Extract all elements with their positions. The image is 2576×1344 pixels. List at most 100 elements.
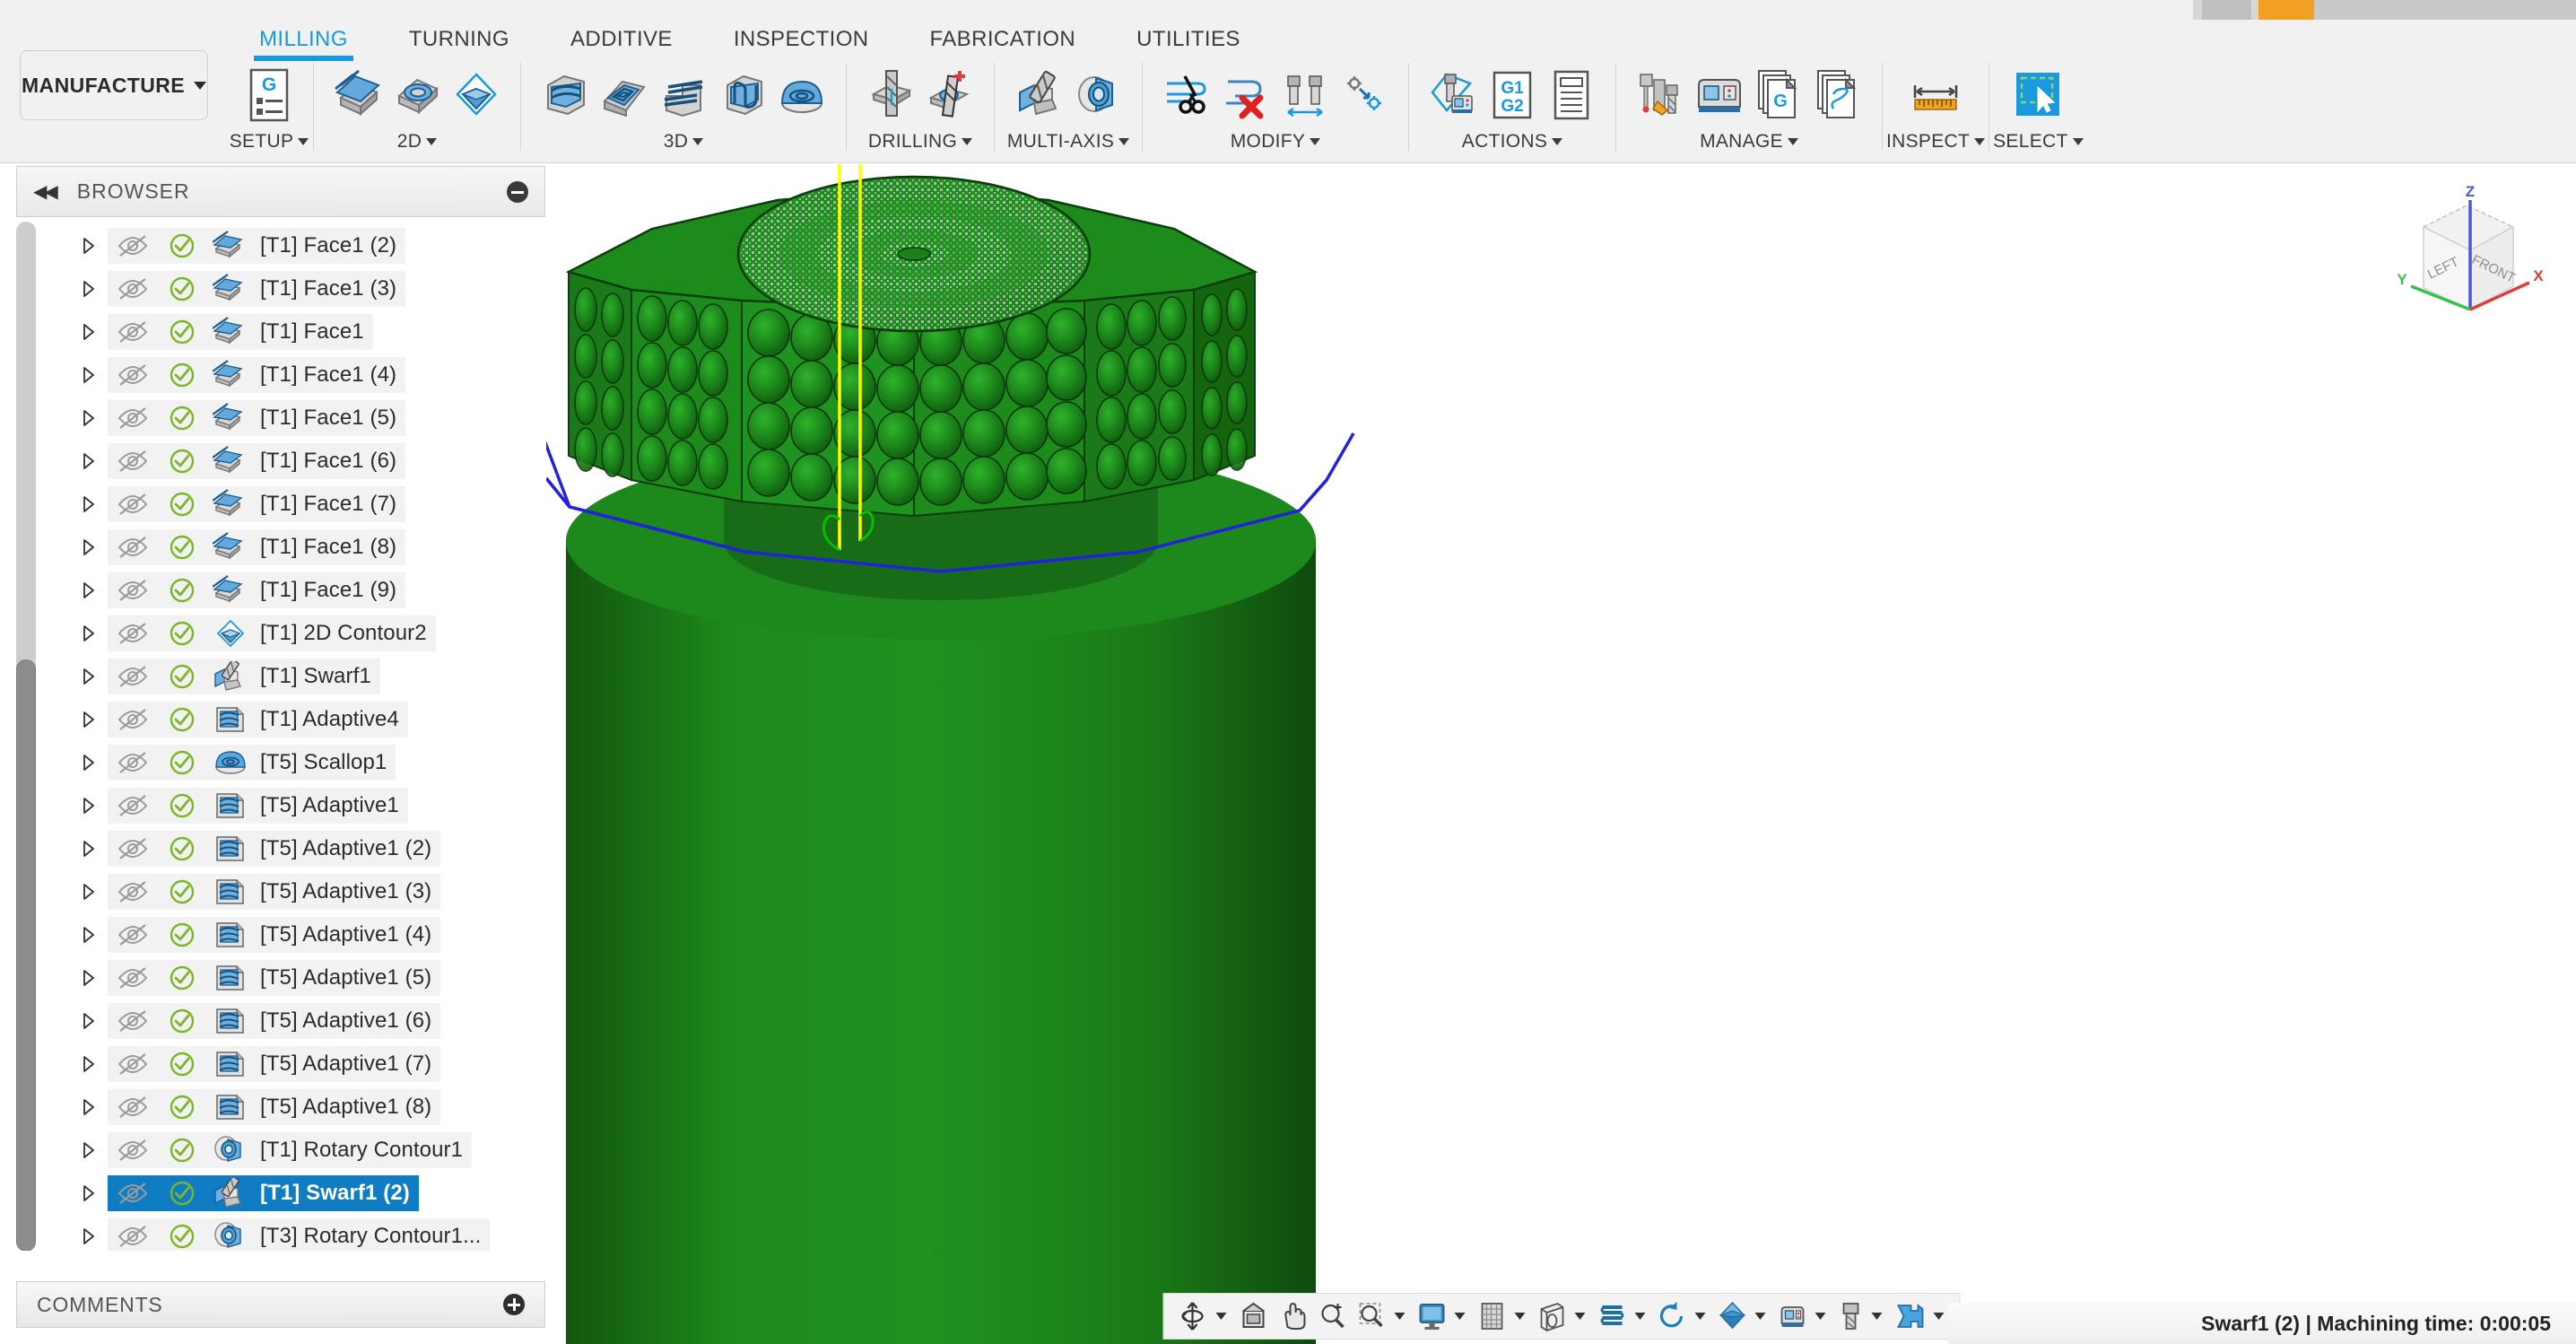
expand-arrow-icon[interactable]	[70, 1227, 108, 1245]
browser-tree-row[interactable]: [T1] Face1 (8)	[70, 528, 406, 567]
viewport-canvas[interactable]: LEFT FRONT Z X Y Swarf1 (2) | Machining …	[546, 164, 2576, 1344]
expand-arrow-icon[interactable]	[70, 797, 108, 815]
visibility-off-icon[interactable]	[108, 923, 158, 947]
browser-row-body[interactable]: [T5] Adaptive1	[108, 788, 408, 824]
expand-arrow-icon[interactable]	[70, 1141, 108, 1159]
chevron-down-icon[interactable]	[1871, 1313, 1882, 1320]
expand-arrow-icon[interactable]	[70, 495, 108, 513]
browser-tree-row[interactable]: [T1] 2D Contour2	[70, 614, 436, 653]
panel-3d-label[interactable]: 3D	[664, 131, 704, 153]
display-settings-icon[interactable]	[1413, 1296, 1450, 1336]
visibility-off-icon[interactable]	[108, 1095, 158, 1119]
simulate-icon[interactable]	[1425, 63, 1481, 127]
tab-milling[interactable]: MILLING	[229, 20, 379, 61]
valid-check-icon[interactable]	[158, 405, 206, 432]
expand-arrow-icon[interactable]	[70, 624, 108, 642]
workspace-switcher-button[interactable]: MANUFACTURE	[20, 50, 208, 120]
panel-modify-label[interactable]: MODIFY	[1231, 131, 1321, 153]
panel-actions-label[interactable]: ACTIONS	[1462, 131, 1563, 153]
valid-check-icon[interactable]	[158, 491, 206, 518]
expand-arrow-icon[interactable]	[70, 883, 108, 901]
browser-row-body[interactable]: [T5] Adaptive1 (5)	[108, 960, 441, 996]
browser-row-body[interactable]: [T1] Face1 (6)	[108, 443, 406, 479]
pocket-clearing-icon[interactable]	[596, 63, 652, 127]
valid-check-icon[interactable]	[158, 663, 206, 690]
expand-arrow-icon[interactable]	[70, 538, 108, 556]
viewports-icon[interactable]	[1533, 1296, 1571, 1336]
valid-check-icon[interactable]	[158, 921, 206, 948]
select-window-icon[interactable]	[2010, 63, 2066, 127]
browser-row-body[interactable]: [T5] Scallop1	[108, 745, 396, 781]
chrome-segment-active[interactable]	[2258, 0, 2314, 20]
drill-icon[interactable]	[863, 63, 918, 127]
tab-inspection[interactable]: INSPECTION	[703, 20, 900, 61]
minimize-icon[interactable]	[507, 180, 528, 203]
machine-visibility-icon[interactable]	[1773, 1296, 1811, 1336]
visibility-off-icon[interactable]	[108, 1052, 158, 1076]
comments-panel-header[interactable]: COMMENTS	[16, 1281, 545, 1328]
expand-arrow-icon[interactable]	[70, 1098, 108, 1116]
browser-row-body[interactable]: [T1] Face1 (9)	[108, 572, 406, 608]
tab-additive[interactable]: ADDITIVE	[540, 20, 703, 61]
panel-2d-label[interactable]: 2D	[397, 131, 438, 153]
browser-tree-row[interactable]: [T5] Adaptive1 (3)	[70, 872, 441, 912]
panel-setup-label[interactable]: SETUP	[230, 131, 309, 153]
visibility-off-icon[interactable]	[108, 277, 158, 301]
zoom-window-icon[interactable]	[1353, 1296, 1390, 1336]
visibility-off-icon[interactable]	[108, 665, 158, 688]
browser-tree-row[interactable]: [T1] Face1 (5)	[70, 398, 406, 438]
browser-tree-row[interactable]: [T5] Adaptive1 (5)	[70, 958, 441, 998]
browser-tree-row[interactable]: [T1] Face1	[70, 312, 373, 352]
browser-tree-row[interactable]: [T5] Adaptive1 (7)	[70, 1044, 441, 1084]
transform-icon[interactable]	[1336, 63, 1392, 127]
rotary-icon[interactable]	[1070, 63, 1126, 127]
measure-icon[interactable]	[1908, 63, 1963, 127]
browser-tree-row[interactable]: [T1] Swarf1	[70, 657, 380, 696]
browser-row-body[interactable]: [T3] Rotary Contour1...	[108, 1218, 491, 1251]
visibility-off-icon[interactable]	[108, 363, 158, 387]
panel-manage-label[interactable]: MANAGE	[1700, 131, 1798, 153]
valid-check-icon[interactable]	[158, 448, 206, 475]
browser-row-body[interactable]: [T5] Adaptive1 (7)	[108, 1046, 441, 1082]
visibility-off-icon[interactable]	[108, 234, 158, 257]
browser-tree-row[interactable]: [T1] Adaptive4	[70, 700, 408, 739]
valid-check-icon[interactable]	[158, 835, 206, 862]
scallop-icon[interactable]	[774, 63, 830, 127]
visibility-off-icon[interactable]	[108, 751, 158, 774]
browser-tree-row[interactable]: [T1] Face1 (6)	[70, 441, 406, 481]
setup-g-code-icon[interactable]: G	[241, 63, 297, 127]
expand-arrow-icon[interactable]	[70, 711, 108, 729]
valid-check-icon[interactable]	[158, 1051, 206, 1078]
face-icon[interactable]	[330, 63, 386, 127]
valid-check-icon[interactable]	[158, 1137, 206, 1164]
visibility-off-icon[interactable]	[108, 449, 158, 473]
chevron-down-icon[interactable]	[1694, 1313, 1705, 1320]
adaptive-clearing-icon[interactable]	[537, 63, 593, 127]
chevron-down-icon[interactable]	[1514, 1313, 1525, 1320]
grid-snaps-icon[interactable]	[1473, 1296, 1510, 1336]
browser-row-body[interactable]: [T1] Face1	[108, 314, 373, 350]
expand-arrow-icon[interactable]	[70, 366, 108, 384]
tab-fabrication[interactable]: FABRICATION	[900, 20, 1107, 61]
chevron-down-icon[interactable]	[1815, 1313, 1825, 1320]
panel-select-label[interactable]: SELECT	[1993, 131, 2084, 153]
expand-arrow-icon[interactable]	[70, 1012, 108, 1030]
valid-check-icon[interactable]	[158, 534, 206, 561]
chevron-down-icon[interactable]	[1754, 1313, 1765, 1320]
browser-tree-row[interactable]: [T5] Scallop1	[70, 743, 396, 782]
browser-row-body[interactable]: [T1] Swarf1 (2)	[108, 1175, 419, 1211]
tab-turning[interactable]: TURNING	[379, 20, 540, 61]
browser-scrollbar-track[interactable]	[16, 222, 36, 1251]
visibility-off-icon[interactable]	[108, 622, 158, 645]
browser-tree-row[interactable]: [T5] Adaptive1 (6)	[70, 1001, 441, 1041]
collapse-left-icon[interactable]: ◀◀	[33, 180, 58, 203]
visibility-off-icon[interactable]	[108, 708, 158, 731]
visibility-off-icon[interactable]	[108, 493, 158, 516]
tool-visibility-icon[interactable]	[1833, 1296, 1867, 1336]
valid-check-icon[interactable]	[158, 878, 206, 905]
browser-tree-row[interactable]: [T1] Swarf1 (2)	[70, 1174, 419, 1213]
browser-tree-row[interactable]: [T1] Face1 (9)	[70, 571, 406, 610]
machine-library-icon[interactable]	[1692, 63, 1747, 127]
horizontal-icon[interactable]	[656, 63, 711, 127]
valid-check-icon[interactable]	[158, 232, 206, 259]
